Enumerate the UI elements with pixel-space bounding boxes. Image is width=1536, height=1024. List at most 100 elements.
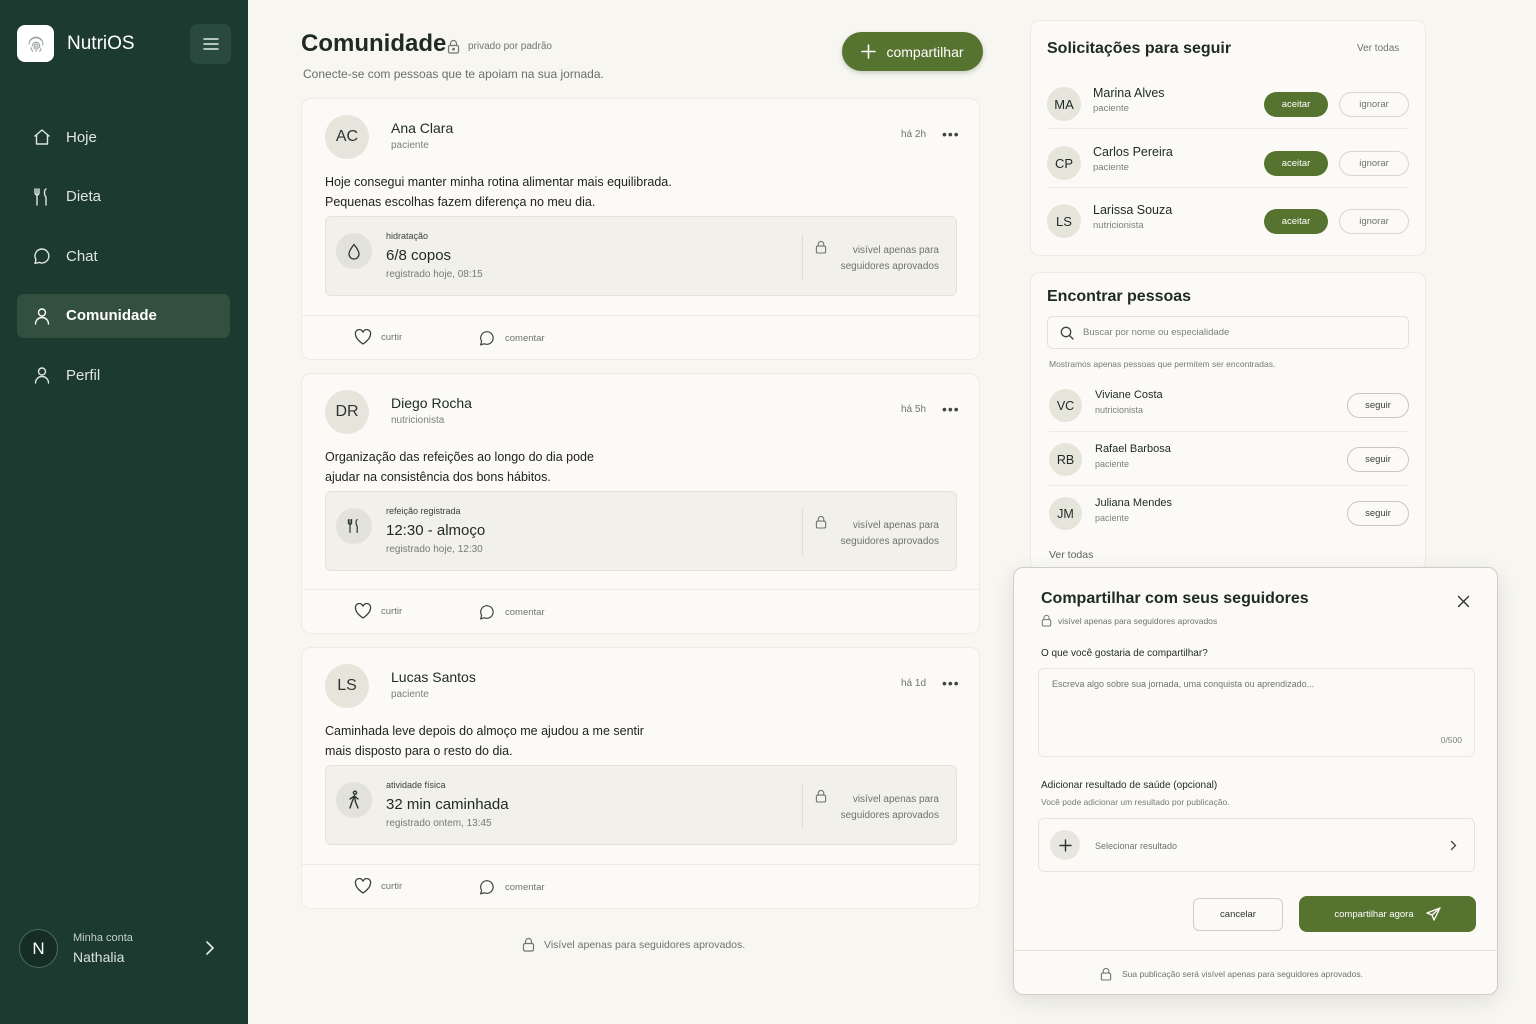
comment-icon [479,331,494,346]
avatar[interactable]: LS [325,664,369,708]
person-name[interactable]: Juliana Mendes [1095,497,1172,509]
modal-footer-note: Sua publicação será visível apenas para … [1100,967,1363,981]
modal-subtitle: visível apenas para seguidores aprovados [1041,614,1217,627]
post-text: Organização das refeições ao longo do di… [325,450,594,484]
add-result-title: Adicionar resultado de saúde (opcional) [1041,780,1218,791]
request-role: paciente [1093,103,1129,114]
result-value: 32 min caminhada [386,796,509,813]
sidebar-item-perfil[interactable]: Perfil [17,353,230,397]
follow-button[interactable]: seguir [1347,501,1409,526]
person-icon [34,307,50,325]
search-input[interactable] [1083,327,1383,338]
menu-button[interactable] [190,24,231,64]
more-options-icon[interactable]: ••• [942,675,960,691]
see-all-people-link[interactable]: Ver todas [1049,549,1093,561]
like-button[interactable]: curtir [354,603,402,619]
sidebar-item-dieta[interactable]: Dieta [17,175,230,219]
send-icon [1425,907,1441,921]
lock-icon [815,240,827,254]
sidebar-item-label: Comunidade [66,307,157,324]
comment-button[interactable]: comentar [478,329,545,347]
avatar[interactable]: JM [1049,497,1082,530]
post-author[interactable]: Diego Rocha [391,395,472,411]
avatar[interactable]: AC [325,115,369,159]
comment-button[interactable]: comentar [478,878,545,896]
share-button-label: compartilhar [886,43,964,60]
follow-button[interactable]: seguir [1347,447,1409,472]
post-card: LS Lucas Santos paciente há 1d ••• Camin… [301,647,980,909]
share-now-label: compartilhar agora [1334,908,1414,920]
panel-title: Encontrar pessoas [1047,288,1192,305]
sidebar-item-label: Hoje [66,128,97,146]
ignore-button[interactable]: ignorar [1339,151,1409,176]
sidebar-item-comunidade[interactable]: Comunidade [17,293,230,338]
char-counter: 0/500 [1440,735,1462,745]
app-name: NutriOS [67,32,135,54]
post-author[interactable]: Ana Clara [391,120,453,136]
share-modal: Compartilhar com seus seguidores visível… [1013,567,1498,995]
post-actions: curtir comentar [302,864,979,908]
utensils-icon [34,187,47,206]
ignore-button[interactable]: ignorar [1339,209,1409,234]
search-field[interactable] [1047,316,1409,349]
avatar[interactable]: CP [1047,146,1081,180]
request-name[interactable]: Marina Alves [1093,86,1165,100]
post-author[interactable]: Lucas Santos [391,669,476,685]
list-item: MA Marina Alves paciente aceitar ignorar [1047,81,1409,139]
page-subtitle: Conecte-se com pessoas que te apoiam na … [303,67,604,81]
add-result-subtitle: Você pode adicionar um resultado por pub… [1041,797,1230,807]
account-label: Minha conta [73,932,133,944]
cancel-button[interactable]: cancelar [1193,898,1283,931]
result-timestamp: registrado ontem, 13:45 [386,818,492,829]
sidebar-item-hoje[interactable]: Hoje [17,115,230,159]
result-timestamp: registrado hoje, 08:15 [386,269,483,280]
like-button[interactable]: curtir [354,329,402,345]
account-menu[interactable]: N Minha conta Nathalia [19,929,229,968]
avatar[interactable]: DR [325,390,369,434]
comment-button[interactable]: comentar [478,603,545,621]
heart-icon [354,329,372,345]
post-textarea[interactable] [1052,679,1462,729]
list-item: CP Carlos Pereira paciente aceitar ignor… [1047,140,1409,198]
avatar[interactable]: VC [1049,389,1082,422]
accept-button[interactable]: aceitar [1264,209,1328,234]
avatar[interactable]: MA [1047,87,1081,121]
divider [802,509,803,555]
post-textarea-box[interactable]: 0/500 [1038,668,1475,757]
close-icon[interactable] [1457,595,1470,608]
request-name[interactable]: Larissa Souza [1093,203,1172,217]
account-name: Nathalia [73,949,125,965]
avatar[interactable]: RB [1049,443,1082,476]
post-actions: curtir comentar [302,589,979,633]
select-result-button[interactable]: Selecionar resultado [1038,818,1475,872]
ignore-button[interactable]: ignorar [1339,92,1409,117]
plus-icon [1050,830,1080,860]
like-button[interactable]: curtir [354,878,402,894]
result-label: atividade física [386,780,446,790]
avatar[interactable]: LS [1047,204,1081,238]
home-icon [34,129,50,145]
lock-icon [1100,967,1112,981]
request-name[interactable]: Carlos Pereira [1093,145,1173,159]
sidebar-item-chat[interactable]: Chat [17,234,230,278]
person-name[interactable]: Viviane Costa [1095,389,1163,401]
see-all-requests-link[interactable]: Ver todas [1357,43,1399,54]
modal-title: Compartilhar com seus seguidores [1041,590,1309,607]
more-options-icon[interactable]: ••• [942,126,960,142]
find-people-panel: Encontrar pessoas Mostramos apenas pesso… [1030,272,1426,572]
accept-button[interactable]: aceitar [1264,151,1328,176]
brand[interactable]: NutriOS [17,25,135,62]
more-options-icon[interactable]: ••• [942,401,960,417]
modal-footer: Sua publicação será visível apenas para … [1014,950,1497,995]
person-name[interactable]: Rafael Barbosa [1095,443,1171,455]
person-icon [34,367,50,384]
lock-icon [1041,614,1052,627]
hamburger-icon [202,38,219,50]
accept-button[interactable]: aceitar [1264,92,1328,117]
share-button[interactable]: compartilhar [842,32,983,71]
sidebar-item-label: Chat [66,247,98,265]
share-now-button[interactable]: compartilhar agora [1299,896,1476,932]
follow-button[interactable]: seguir [1347,393,1409,418]
post-question-label: O que você gostaria de compartilhar? [1041,648,1208,659]
find-note: Mostramos apenas pessoas que permitem se… [1049,359,1276,369]
